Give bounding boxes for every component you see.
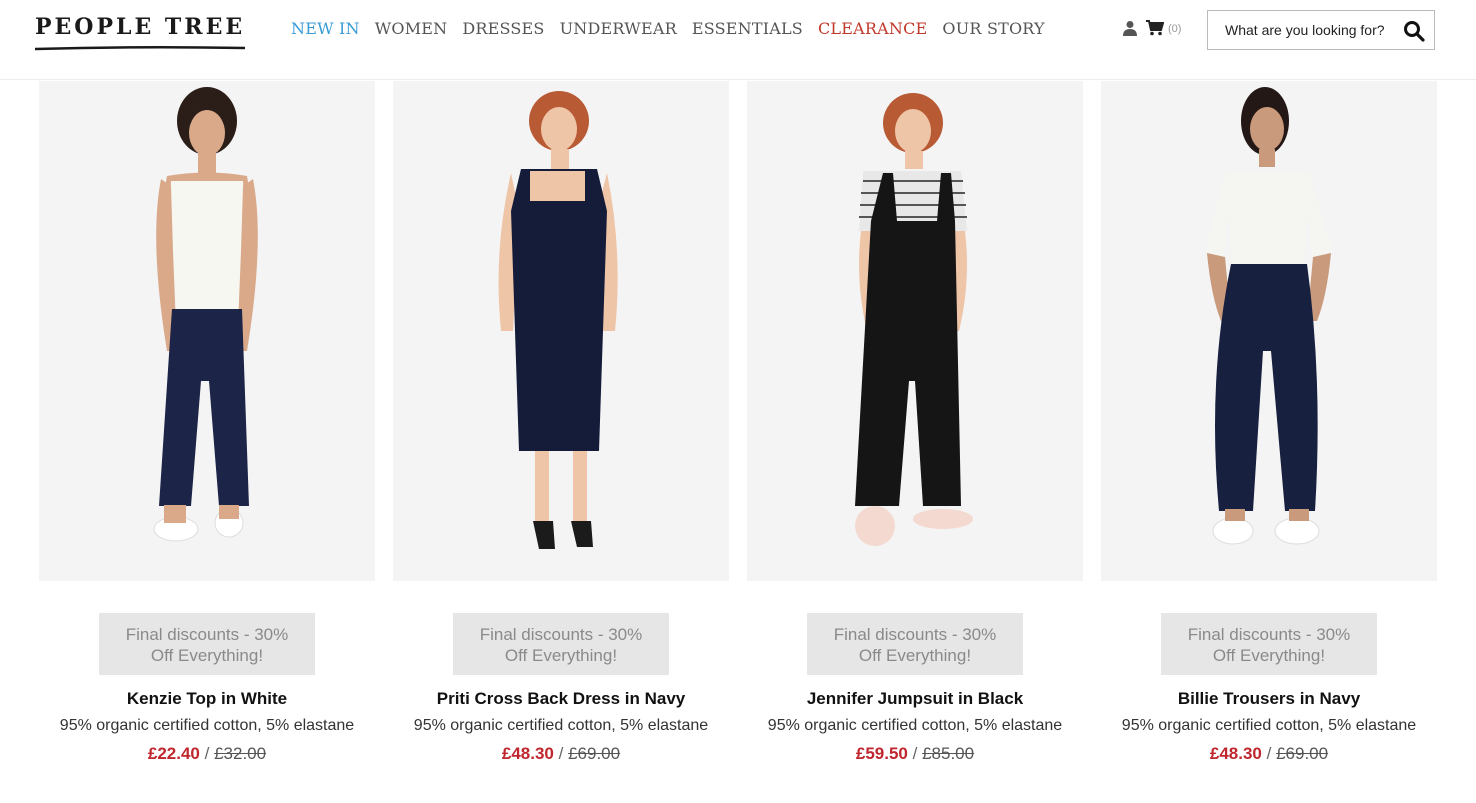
model-jennifer-jumpsuit-image [747, 81, 1083, 581]
product-card[interactable]: Final discounts - 30% Off Everything! Pr… [393, 81, 729, 763]
discount-badge-line1: Final discounts - 30% [479, 625, 643, 644]
product-price: £48.30 / £69.00 [1101, 744, 1437, 764]
nav-item-essentials[interactable]: ESSENTIALS [692, 19, 803, 38]
discount-badge-line2: Off Everything! [858, 646, 972, 665]
nav-item-new-in[interactable]: NEW IN [291, 19, 360, 38]
search-icon[interactable] [1403, 20, 1425, 42]
model-kenzie-top-image [39, 81, 375, 581]
product-card[interactable]: Final discounts - 30% Off Everything! Je… [747, 81, 1083, 763]
product-image[interactable] [1101, 81, 1437, 581]
logo-text: PEOPLE TREE [35, 14, 246, 40]
user-account-icon[interactable] [1122, 20, 1138, 36]
price-sale: £48.30 [1209, 744, 1262, 763]
price-separator: / [912, 744, 918, 763]
discount-badge-line1: Final discounts - 30% [125, 625, 289, 644]
price-sale: £59.50 [855, 744, 908, 763]
product-material: 95% organic certified cotton, 5% elastan… [767, 717, 1063, 734]
price-sale: £22.40 [147, 744, 200, 763]
product-name[interactable]: Kenzie Top in White [39, 689, 375, 709]
product-material: 95% organic certified cotton, 5% elastan… [1121, 717, 1417, 734]
cart-count: (0) [1168, 23, 1182, 35]
price-original: £69.00 [568, 744, 621, 763]
price-separator: / [1266, 744, 1272, 763]
nav-item-women[interactable]: WOMEN [375, 19, 448, 38]
product-name[interactable]: Billie Trousers in Navy [1101, 689, 1437, 709]
nav-item-dresses[interactable]: DRESSES [462, 19, 544, 38]
price-original: £85.00 [922, 744, 975, 763]
nav-item-underwear[interactable]: UNDERWEAR [560, 19, 677, 38]
product-image[interactable] [39, 81, 375, 581]
product-price: £48.30 / £69.00 [393, 744, 729, 764]
discount-badge-line2: Off Everything! [150, 646, 264, 665]
search-input[interactable] [1208, 22, 1398, 38]
shopping-cart-icon[interactable] [1146, 20, 1164, 36]
product-name[interactable]: Priti Cross Back Dress in Navy [393, 689, 729, 709]
discount-badge-line1: Final discounts - 30% [1187, 625, 1351, 644]
product-name[interactable]: Jennifer Jumpsuit in Black [747, 689, 1083, 709]
discount-badge: Final discounts - 30% Off Everything! [99, 613, 315, 675]
product-material: 95% organic certified cotton, 5% elastan… [59, 717, 355, 734]
product-image[interactable] [747, 81, 1083, 581]
price-sale: £48.30 [501, 744, 554, 763]
price-original: £32.00 [214, 744, 267, 763]
model-billie-trousers-image [1101, 81, 1437, 581]
product-material: 95% organic certified cotton, 5% elastan… [413, 717, 709, 734]
discount-badge: Final discounts - 30% Off Everything! [807, 613, 1023, 675]
logo-underline [35, 45, 245, 51]
product-card[interactable]: Final discounts - 30% Off Everything! Bi… [1101, 81, 1437, 763]
discount-badge-line2: Off Everything! [1212, 646, 1326, 665]
discount-badge: Final discounts - 30% Off Everything! [1161, 613, 1377, 675]
discount-badge-line2: Off Everything! [504, 646, 618, 665]
price-separator: / [558, 744, 564, 763]
site-header: PEOPLE TREE NEW IN WOMEN DRESSES UNDERWE… [0, 0, 1476, 80]
nav-item-our-story[interactable]: OUR STORY [942, 19, 1044, 38]
price-separator: / [204, 744, 210, 763]
product-price: £22.40 / £32.00 [39, 744, 375, 764]
discount-badge-line1: Final discounts - 30% [833, 625, 997, 644]
search-box [1207, 10, 1435, 50]
site-logo[interactable]: PEOPLE TREE [35, 14, 246, 51]
product-card[interactable]: Final discounts - 30% Off Everything! Ke… [39, 81, 375, 763]
nav-item-clearance[interactable]: CLEARANCE [818, 19, 927, 38]
discount-badge: Final discounts - 30% Off Everything! [453, 613, 669, 675]
product-image[interactable] [393, 81, 729, 581]
model-priti-dress-image [393, 81, 729, 581]
product-price: £59.50 / £85.00 [747, 744, 1083, 764]
price-original: £69.00 [1276, 744, 1329, 763]
main-nav: NEW IN WOMEN DRESSES UNDERWEAR ESSENTIAL… [291, 19, 1060, 38]
